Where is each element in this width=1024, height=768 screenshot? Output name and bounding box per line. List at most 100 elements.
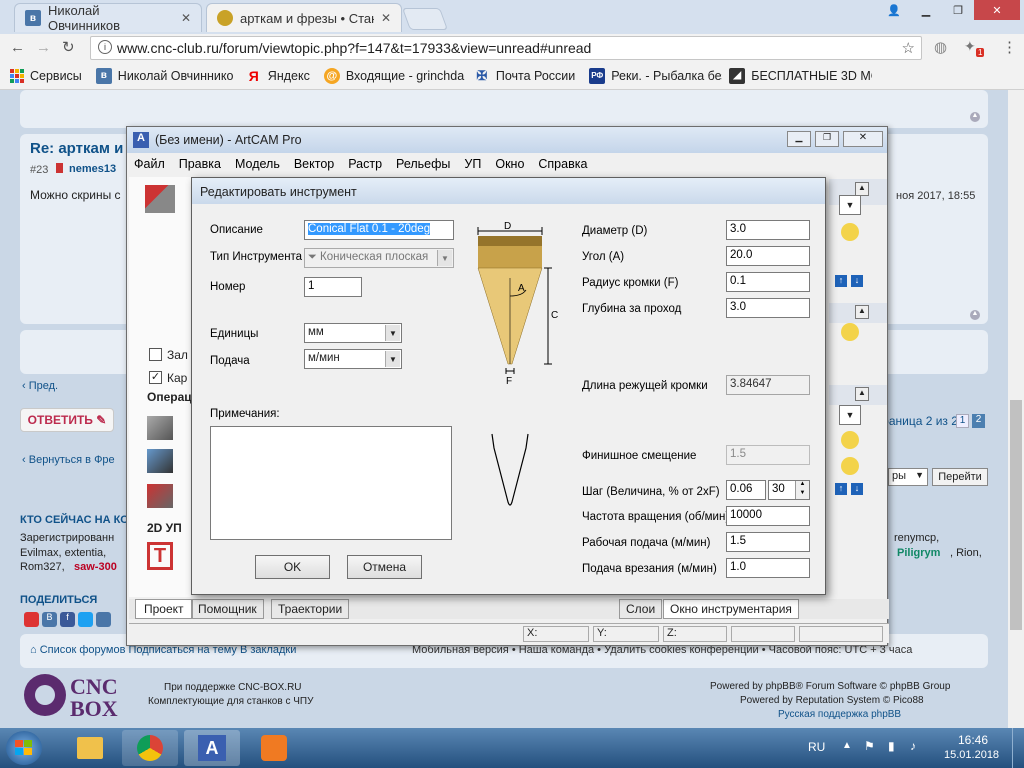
star-icon[interactable]: ☆ [902,39,915,57]
online-user-highlight[interactable]: saw-300 [74,561,117,573]
extension-icon[interactable]: ✦ [964,38,976,55]
close-window-button[interactable]: ✕ [974,0,1020,20]
relief-tool-icon[interactable] [145,185,175,213]
collapse-arrow-icon[interactable]: ▲ [855,182,869,196]
new-tab-button[interactable] [401,8,449,30]
twitter-share-icon[interactable] [78,612,93,627]
online-user-highlight[interactable]: Piligrym [897,547,940,559]
language-indicator[interactable]: RU [808,740,825,754]
clock-date[interactable]: 15.01.2018 [944,749,999,761]
forward-arrow-icon[interactable]: → [36,39,51,56]
show-desktop-button[interactable] [1012,728,1024,768]
lightbulb-icon[interactable] [841,323,859,341]
toolpath-icon[interactable] [147,449,173,473]
explorer-taskbar-icon[interactable] [62,730,118,766]
bookmark-post[interactable]: ✠ Почта России [467,68,582,84]
spindle-speed-input[interactable]: 10000 [726,506,810,526]
minimize-button[interactable]: ▁ [910,0,942,20]
tab-layers[interactable]: Слои [619,599,663,619]
globe-icon[interactable]: ◍ [934,38,947,56]
diameter-input[interactable]: 3.0 [726,220,810,240]
go-button[interactable]: Перейти [932,468,988,486]
jump-select[interactable]: ры ▼ [888,468,928,486]
start-button[interactable] [6,731,42,765]
tip-radius-input[interactable]: 0.1 [726,272,810,292]
app-taskbar-icon[interactable] [246,730,302,766]
mail-share-icon[interactable] [24,612,39,627]
back-to-forum-link[interactable]: ‹ Вернуться в Фре [22,454,115,466]
post-title[interactable]: Re: арткам и [30,140,123,157]
restore-button[interactable]: ❐ [942,0,974,20]
chrome-taskbar-icon[interactable] [122,730,178,766]
feed-rate-input[interactable]: 1.5 [726,532,810,552]
menu-toolpaths[interactable]: УП [457,157,488,171]
angle-input[interactable]: 20.0 [726,246,810,266]
prev-link[interactable]: ‹ Пред. [22,380,58,392]
share-icon[interactable] [96,612,111,627]
page-scrollbar[interactable] [1008,90,1024,728]
network-icon[interactable]: ▮ [888,739,895,753]
menu-help[interactable]: Справка [531,157,594,171]
tool-type-select[interactable]: ⏷ Коническая плоская ▼ [304,248,454,268]
toolpath-icon[interactable] [147,416,173,440]
bookmark-services[interactable]: Сервисы [0,68,89,83]
back-arrow-icon[interactable]: ← [10,39,25,56]
notes-textarea[interactable] [210,426,452,540]
menu-edit[interactable]: Правка [172,157,228,171]
plunge-rate-input[interactable]: 1.0 [726,558,810,578]
stepover-percent-input[interactable]: 30 ▲ ▼ [768,480,810,500]
tab-toolbox[interactable]: Окно инструментария [663,599,799,619]
dropdown-arrow-icon[interactable]: ▼ [385,325,400,341]
close-icon[interactable]: ✕ [381,11,391,25]
info-icon[interactable]: i [98,40,112,54]
menu-icon[interactable]: ⋮ [1002,38,1017,56]
dropdown-arrow-icon[interactable]: ▼ [437,250,452,266]
spin-up-icon[interactable]: ▲ [795,481,809,490]
checkbox[interactable] [149,348,162,361]
artcam-taskbar-icon[interactable]: A [184,730,240,766]
checkbox-checked[interactable]: ✓ [149,371,162,384]
facebook-share-icon[interactable]: f [60,612,75,627]
collapse-arrow-icon[interactable]: ▲ [855,387,869,401]
number-input[interactable]: 1 [304,277,362,297]
close-icon[interactable]: ✕ [181,11,191,25]
stepover-input[interactable]: 0.06 [726,480,766,500]
text-tool-icon[interactable]: T [147,542,173,570]
volume-icon[interactable]: ♪ [910,739,916,753]
bookmark-3d[interactable]: ◢ БЕСПЛАТНЫЕ 3D МС [722,67,872,84]
tab-cnc-forum[interactable]: арткам и фрезы • Станк ✕ [206,3,402,32]
menu-file[interactable]: Файл [127,157,172,171]
move-up-icon[interactable]: ↑ [835,483,847,495]
menu-raster[interactable]: Растр [341,157,389,171]
minimize-button[interactable]: ▁ [787,131,811,147]
reply-button[interactable]: ОТВЕТИТЬ ✎ [20,408,114,432]
stepdown-input[interactable]: 3.0 [726,298,810,318]
russian-support-link[interactable]: Русская поддержка phpBB [778,709,901,720]
toolpath-icon[interactable] [147,484,173,508]
collapse-arrow-icon[interactable]: ▲ [855,305,869,319]
ok-button[interactable]: OK [255,555,330,579]
lightbulb-icon[interactable] [841,457,859,475]
lightbulb-icon[interactable] [841,223,859,241]
move-up-icon[interactable]: ↑ [835,275,847,287]
post-number[interactable]: #23 [30,164,48,176]
close-button[interactable]: ✕ [843,131,883,147]
spin-down-icon[interactable]: ▼ [795,490,809,499]
vk-share-icon[interactable]: В [42,612,57,627]
scroll-top-icon[interactable]: ▲ [970,310,980,320]
bookmark-yandex[interactable]: Я Яндекс [239,68,317,84]
dropdown-arrow-icon[interactable]: ▼ [839,405,861,425]
description-input[interactable]: Conical Flat 0.1 - 20deg [304,220,454,240]
reload-icon[interactable]: ↻ [62,38,75,56]
support-text[interactable]: При поддержке CNC-BOX.RU [164,682,302,693]
cancel-button[interactable]: Отмена [347,555,422,579]
clock-time[interactable]: 16:46 [958,733,988,747]
units-select[interactable]: мм ▼ [304,323,402,343]
move-down-icon[interactable]: ↓ [851,483,863,495]
flag-icon[interactable]: ⚑ [864,739,875,753]
user-icon[interactable]: 👤 [878,0,910,20]
scroll-top-icon[interactable]: ▲ [970,112,980,122]
bookmark-vk[interactable]: в Николай Овчиннико [89,67,239,84]
menu-model[interactable]: Модель [228,157,287,171]
menu-window[interactable]: Окно [488,157,531,171]
